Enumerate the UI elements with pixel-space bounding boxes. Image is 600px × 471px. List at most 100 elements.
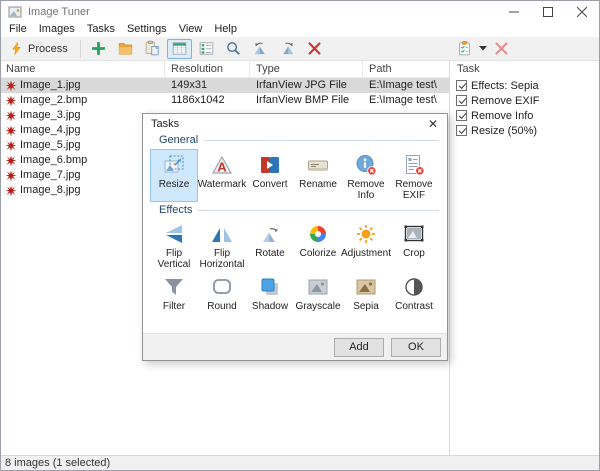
window-controls [497, 1, 599, 22]
task-item-label: Rename [299, 179, 337, 190]
group-line [204, 140, 439, 141]
dialog-task-item[interactable]: Crop [390, 218, 438, 271]
menu-item[interactable]: Help [208, 22, 243, 37]
task-checkbox[interactable] [456, 125, 467, 136]
zoom-icon [225, 40, 242, 57]
file-name: Image_2.bmp [20, 93, 87, 108]
task-item-label: Remove EXIF [391, 179, 437, 201]
dialog-task-item[interactable]: Rotate [246, 218, 294, 271]
add-task-dropdown[interactable] [478, 39, 488, 59]
task-icon [354, 153, 378, 177]
file-name-cell: Image_4.jpg [1, 123, 165, 138]
task-icon [354, 275, 378, 299]
image-file-icon [5, 155, 17, 167]
dialog-task-item[interactable]: Colorize [294, 218, 342, 271]
task-item-label: Contrast [395, 301, 433, 312]
rotate-right-button[interactable] [275, 39, 300, 59]
file-path: E:\Image test\ [363, 78, 449, 93]
minimize-icon [509, 7, 519, 17]
remove-task-button[interactable] [489, 39, 514, 59]
task-icon [162, 153, 186, 177]
task-item[interactable]: Resize (50%) [451, 123, 599, 138]
task-checkbox[interactable] [456, 80, 467, 91]
file-name-cell: Image_6.bmp [1, 153, 165, 168]
process-button[interactable]: Process [3, 39, 76, 59]
file-path: E:\Image test\ [363, 93, 449, 108]
task-item[interactable]: Remove EXIF [451, 93, 599, 108]
dialog-task-item[interactable]: Grayscale [294, 271, 342, 321]
rotate-left-button[interactable] [248, 39, 273, 59]
close-icon [577, 7, 587, 17]
minimize-button[interactable] [497, 1, 531, 22]
task-item[interactable]: Remove Info [451, 108, 599, 123]
ok-button[interactable]: OK [391, 338, 441, 357]
dialog-task-item[interactable]: Watermark [198, 149, 246, 202]
add-task-button[interactable] [452, 39, 477, 59]
dialog-task-item[interactable]: Remove Info [342, 149, 390, 202]
menu-item[interactable]: Images [33, 22, 81, 37]
task-checkbox[interactable] [456, 110, 467, 121]
dialog-task-item[interactable]: Rename [294, 149, 342, 202]
close-button[interactable] [565, 1, 599, 22]
task-item[interactable]: Effects: Sepia [451, 78, 599, 93]
add-folder-button[interactable] [113, 39, 138, 59]
image-file-icon [5, 170, 17, 182]
file-row[interactable]: Image_1.jpg 149x31 IrfanView JPG File E:… [1, 78, 449, 93]
file-name: Image_1.jpg [20, 78, 81, 93]
view-thumbnails-button[interactable] [194, 39, 219, 59]
preview-button[interactable] [221, 39, 246, 59]
view-details-icon [171, 40, 188, 57]
dialog-task-item[interactable]: Round [198, 271, 246, 321]
task-icon [258, 275, 282, 299]
column-header-resolution[interactable]: Resolution [165, 61, 250, 77]
menu-item[interactable]: Tasks [81, 22, 121, 37]
dialog-task-item[interactable]: Flip Vertical [150, 218, 198, 271]
dialog-task-item[interactable]: Filter [150, 271, 198, 321]
task-item-label: Resize [159, 179, 190, 190]
menu-item[interactable]: File [3, 22, 33, 37]
dialog-task-item[interactable]: Remove EXIF [390, 149, 438, 202]
app-icon [8, 5, 22, 19]
folder-icon [117, 40, 134, 57]
task-item-label: Round [207, 301, 236, 312]
dialog-task-item[interactable]: Contrast [390, 271, 438, 321]
maximize-button[interactable] [531, 1, 565, 22]
maximize-icon [543, 7, 553, 17]
dialog-task-item[interactable]: Shadow [246, 271, 294, 321]
file-row[interactable]: Image_2.bmp 1186x1042 IrfanView BMP File… [1, 93, 449, 108]
dialog-task-item[interactable]: Flip Horizontal [198, 218, 246, 271]
app-window: Image Tuner File Images Tasks Settings V… [0, 0, 600, 471]
task-icon [306, 222, 330, 246]
add-images-button[interactable] [86, 39, 111, 59]
dialog-task-item[interactable]: Resize [150, 149, 198, 202]
column-header-type[interactable]: Type [250, 61, 363, 77]
rotate-left-icon [252, 40, 269, 57]
dialog-task-item[interactable]: Convert [246, 149, 294, 202]
task-item-label: Remove Info [343, 179, 389, 201]
image-file-icon [5, 140, 17, 152]
dialog-task-item[interactable]: Sepia [342, 271, 390, 321]
group-general-label: General [159, 134, 198, 146]
column-header-path[interactable]: Path [363, 61, 449, 77]
menu-item[interactable]: Settings [121, 22, 173, 37]
menu-item[interactable]: View [173, 22, 209, 37]
add-plus-icon [90, 40, 107, 57]
file-name-cell: Image_1.jpg [1, 78, 165, 93]
column-header-name[interactable]: Name [1, 61, 165, 77]
remove-image-button[interactable] [302, 39, 327, 59]
dialog-task-item[interactable]: Adjustment [342, 218, 390, 271]
file-name-cell: Image_5.jpg [1, 138, 165, 153]
view-details-button[interactable] [167, 39, 192, 59]
file-resolution: 1186x1042 [165, 93, 250, 108]
task-item-label: Grayscale [295, 301, 340, 312]
add-button[interactable]: Add [334, 338, 384, 357]
task-icon [162, 275, 186, 299]
file-name: Image_7.jpg [20, 168, 81, 183]
paste-button[interactable] [140, 39, 165, 59]
dialog-close-button[interactable]: ✕ [425, 118, 441, 130]
task-item-label: Adjustment [341, 248, 391, 259]
task-item-label: Rotate [255, 248, 284, 259]
task-panel-header: Task [451, 61, 599, 78]
view-thumbnails-icon [198, 40, 215, 57]
task-checkbox[interactable] [456, 95, 467, 106]
